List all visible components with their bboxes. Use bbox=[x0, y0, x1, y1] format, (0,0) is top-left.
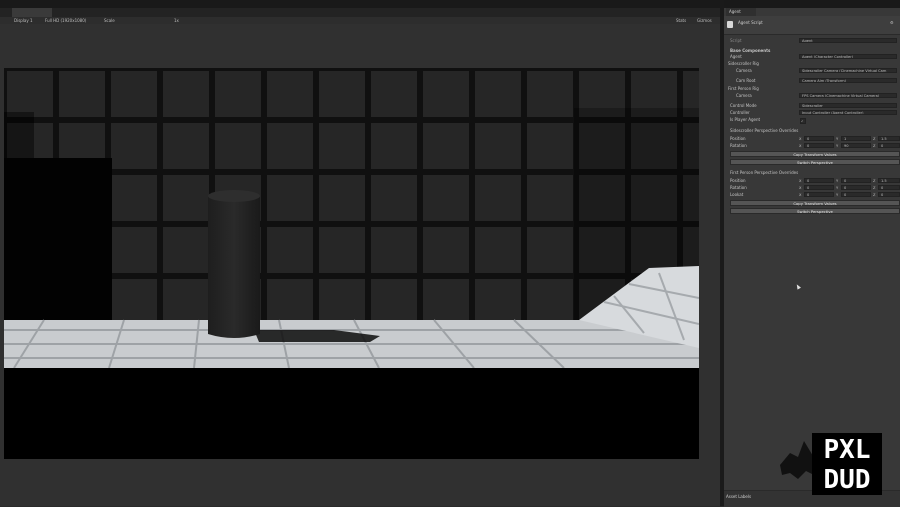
object-name: Agent Script bbox=[738, 20, 763, 25]
fp-rot-z[interactable]: 0 bbox=[878, 185, 900, 190]
fp-lookat-label: Lookat bbox=[730, 192, 744, 197]
script-label: Script bbox=[730, 38, 742, 43]
scale-label: Scale bbox=[104, 18, 115, 23]
control-mode-dropdown[interactable]: Sidescroller bbox=[799, 103, 897, 108]
script-icon bbox=[727, 21, 733, 28]
controller-field[interactable]: Input Controller (Agent Controller) bbox=[799, 110, 897, 115]
mascot-silhouette bbox=[780, 441, 816, 479]
game-viewport[interactable] bbox=[4, 68, 699, 459]
asset-labels-label: Asset Labels bbox=[726, 494, 752, 499]
logo-line-1: PXL bbox=[824, 435, 871, 465]
scene-render bbox=[4, 68, 699, 459]
cam-root-label: Cam Root bbox=[736, 78, 756, 83]
gizmos-button[interactable]: Gizmos bbox=[697, 17, 712, 24]
dark-opening bbox=[4, 158, 112, 328]
game-toolbar: Display 1 Full HD (1920x1080) Scale 1x S… bbox=[0, 17, 720, 24]
sc-rot-y[interactable]: 90 bbox=[841, 143, 871, 148]
is-player-checkbox[interactable]: ✓ bbox=[800, 118, 806, 124]
switch-perspective-button-1[interactable]: Switch Perspective bbox=[730, 159, 900, 165]
agent-field[interactable]: Agent (Character Controller) bbox=[799, 54, 897, 59]
fp-pos-y[interactable]: 0 bbox=[841, 178, 871, 183]
fp-camera-label: Camera bbox=[736, 93, 752, 98]
scale-value[interactable]: 1x bbox=[174, 17, 179, 24]
player-capsule[interactable] bbox=[208, 191, 260, 338]
sc-pos-x[interactable]: 0 bbox=[804, 136, 834, 141]
fp-look-y[interactable]: 0 bbox=[841, 192, 871, 197]
sc-rotation-label: Rotation bbox=[730, 143, 747, 148]
display-dropdown[interactable]: Display 1 bbox=[14, 17, 33, 24]
inspector-header: Agent Script ⚙ bbox=[724, 16, 900, 35]
logo-line-2: DUD bbox=[824, 465, 871, 495]
resolution-dropdown[interactable]: Full HD (1920x1080) bbox=[45, 17, 86, 24]
stats-button[interactable]: Stats bbox=[676, 17, 686, 24]
fp-look-x[interactable]: 0 bbox=[804, 192, 834, 197]
controller-label: Controller bbox=[730, 110, 750, 115]
switch-perspective-button-2[interactable]: Switch Perspective bbox=[730, 208, 900, 214]
is-player-label: Is Player Agent bbox=[730, 117, 761, 122]
fp-rot-y[interactable]: 0 bbox=[841, 185, 871, 190]
fp-look-z[interactable]: 0 bbox=[878, 192, 900, 197]
inspector-tab[interactable]: Agent bbox=[726, 8, 756, 16]
copy-transform-button-1[interactable]: Copy Transform Values bbox=[730, 151, 900, 157]
fp-position-label: Position bbox=[730, 178, 746, 183]
mouse-cursor-icon bbox=[795, 283, 801, 290]
sidescroller-overrides-header: Sidescroller Perspective Overrides bbox=[730, 128, 799, 133]
fp-pos-z[interactable]: 1.5 bbox=[878, 178, 900, 183]
fp-rotation-label: Rotation bbox=[730, 185, 747, 190]
cam-root-field[interactable]: Camera Aim (Transform) bbox=[799, 78, 897, 83]
script-field: Agent bbox=[799, 38, 897, 43]
sc-pos-z[interactable]: 1.5 bbox=[878, 136, 900, 141]
agent-label: Agent bbox=[730, 54, 742, 59]
control-mode-label: Control Mode bbox=[730, 103, 757, 108]
fp-camera-field[interactable]: FPS Camera (Cinemachine Virtual Camera) bbox=[799, 93, 897, 98]
sc-rot-z[interactable]: 0 bbox=[878, 143, 900, 148]
title-bar bbox=[0, 0, 900, 8]
copy-transform-button-2[interactable]: Copy Transform Values bbox=[730, 200, 900, 206]
editor-tab-strip bbox=[0, 8, 720, 17]
sc-pos-y[interactable]: 1 bbox=[841, 136, 871, 141]
fp-overrides-header: First Person Perspective Overrides bbox=[730, 170, 799, 175]
sidescroller-camera-field[interactable]: Sidescroller Camera (Cinemachine Virtual… bbox=[799, 68, 897, 73]
first-person-rig-foldout[interactable]: First Person Rig bbox=[728, 86, 759, 92]
sidescroller-camera-label: Camera bbox=[736, 68, 752, 73]
fp-pos-x[interactable]: 0 bbox=[804, 178, 834, 183]
sidescroller-rig-foldout[interactable]: Sidescroller Rig bbox=[728, 61, 759, 67]
game-tab[interactable] bbox=[12, 8, 52, 17]
pxldud-logo: PXL DUD bbox=[776, 431, 884, 497]
sc-rot-x[interactable]: 0 bbox=[804, 143, 834, 148]
fp-rot-x[interactable]: 0 bbox=[804, 185, 834, 190]
sc-position-label: Position bbox=[730, 136, 746, 141]
settings-icon[interactable]: ⚙ bbox=[890, 20, 894, 25]
